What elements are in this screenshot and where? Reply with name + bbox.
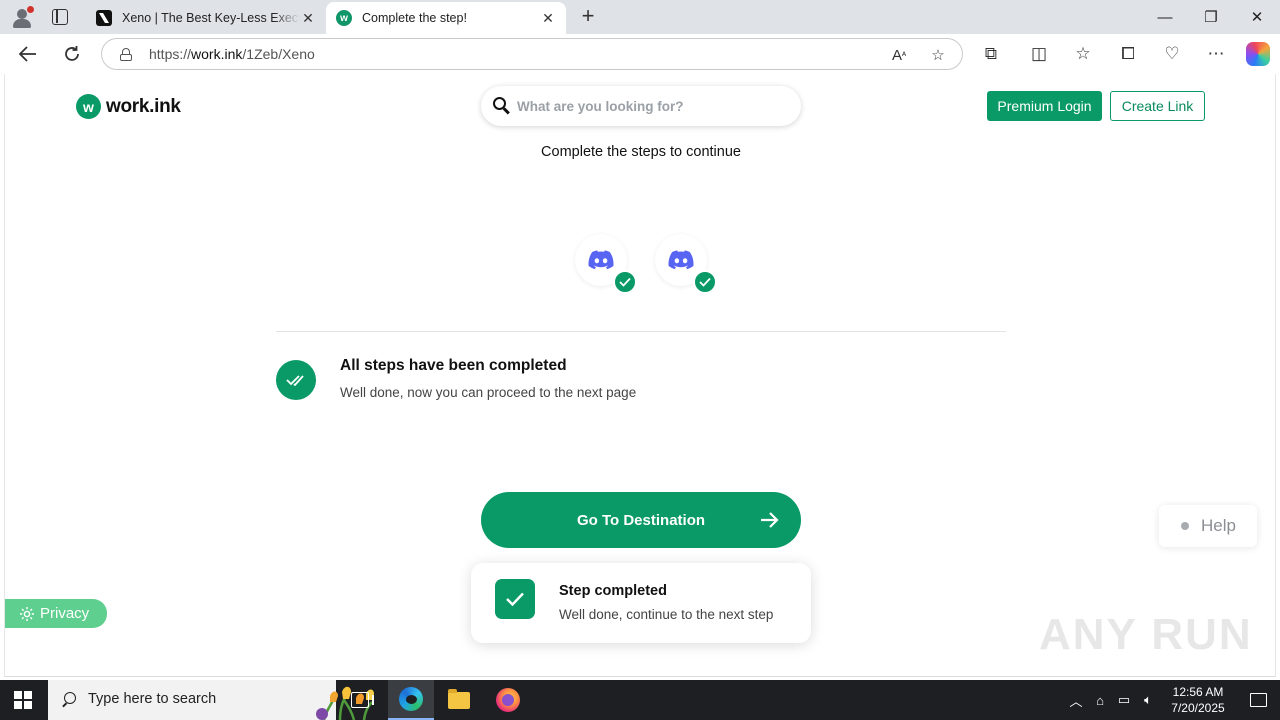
tab-complete-step[interactable]: w Complete the step! ✕ [326, 2, 566, 34]
search-icon [62, 692, 78, 708]
back-arrow-icon[interactable] [15, 41, 41, 67]
page-subtitle: Complete the steps to continue [541, 144, 741, 160]
privacy-button[interactable]: Privacy [5, 599, 107, 628]
toast-title: Step completed [559, 583, 667, 599]
clock[interactable]: 12:56 AM 7/20/2025 [1160, 684, 1236, 716]
check-icon [613, 270, 637, 294]
search-input[interactable] [517, 96, 787, 116]
notification-icon[interactable] [1236, 680, 1280, 720]
check-icon [495, 579, 535, 619]
tab-close-icon[interactable]: ✕ [540, 10, 556, 26]
firefox-icon [496, 688, 520, 712]
logo-text: work.ink [106, 95, 181, 117]
arrow-right-icon [761, 512, 779, 528]
more-menu-icon[interactable]: ⋯ [1203, 41, 1229, 67]
browser-toolbar: https://work.ink/1Zeb/Xeno Aᴬ ☆ ⧉ ◫ ☆ ⧠ … [0, 34, 1280, 74]
read-aloud-icon[interactable]: Aᴬ [888, 44, 910, 66]
copilot-icon[interactable] [1246, 42, 1270, 66]
windows-start-icon[interactable] [14, 691, 32, 709]
discord-icon [588, 250, 614, 270]
help-label: Help [1201, 516, 1236, 535]
task-view-button[interactable] [337, 680, 383, 720]
profile-icon[interactable] [10, 6, 34, 30]
premium-login-button[interactable]: Premium Login [987, 91, 1102, 121]
site-logo[interactable]: w work.ink [76, 94, 181, 119]
go-to-destination-label: Go To Destination [576, 511, 706, 529]
status-subtitle: Well done, now you can proceed to the ne… [340, 385, 637, 400]
taskbar-firefox-button[interactable] [485, 680, 531, 720]
favorite-star-icon[interactable]: ☆ [927, 44, 949, 66]
toast-subtitle: Well done, continue to the next step [559, 607, 774, 622]
discord-icon [668, 250, 694, 270]
tab-actions-icon[interactable] [52, 9, 68, 25]
new-tab-icon[interactable]: + [578, 5, 598, 27]
extensions-icon[interactable]: ⧉ [978, 41, 1004, 67]
minimize-icon[interactable]: — [1142, 0, 1188, 34]
double-check-icon [276, 360, 316, 400]
section-divider [276, 331, 1006, 332]
task-view-icon [351, 692, 374, 708]
help-button[interactable]: Help [1159, 505, 1257, 547]
logo-mark-icon: w [76, 94, 101, 119]
tab-xeno[interactable]: Xeno | The Best Key-Less Executor ✕ [86, 2, 326, 34]
status-title: All steps have been completed [340, 357, 567, 374]
step-discord-1[interactable] [575, 234, 637, 294]
privacy-label: Privacy [40, 605, 90, 622]
split-screen-icon[interactable]: ◫ [1026, 41, 1052, 67]
browser-tab-bar: Xeno | The Best Key-Less Executor ✕ w Co… [0, 0, 1280, 34]
step-completed-toast: Step completed Well done, continue to th… [471, 563, 811, 643]
taskbar-explorer-button[interactable] [436, 680, 482, 720]
help-dot-icon [1181, 522, 1189, 530]
search-box [481, 86, 801, 126]
lock-icon[interactable] [120, 48, 132, 61]
restore-icon[interactable]: ❐ [1188, 0, 1234, 34]
system-tray: ︿ ⌂ ▭ 🔈︎ 12:56 AM 7/20/2025 [1064, 680, 1280, 720]
go-to-destination-button[interactable]: Go To Destination [481, 492, 801, 548]
favorites-icon[interactable]: ☆ [1070, 41, 1096, 67]
taskbar-edge-button[interactable] [388, 680, 434, 720]
clock-time: 12:56 AM [1172, 685, 1224, 699]
taskbar-search-input[interactable] [88, 691, 268, 707]
taskbar: ︿ ⌂ ▭ 🔈︎ 12:56 AM 7/20/2025 [0, 680, 1280, 720]
window-controls: — ❐ ✕ [1142, 0, 1280, 34]
volume-icon[interactable]: 🔈︎ [1136, 680, 1160, 720]
search-icon [493, 97, 511, 115]
edge-icon [399, 687, 423, 711]
network-icon[interactable]: ▭ [1112, 680, 1136, 720]
xeno-favicon-icon [96, 10, 112, 26]
step-discord-2[interactable] [655, 234, 717, 294]
chevron-up-icon[interactable]: ︿ [1064, 680, 1088, 720]
gear-icon [20, 606, 34, 621]
tab-close-icon[interactable]: ✕ [300, 10, 316, 26]
network-status-icon[interactable]: ⌂ [1088, 680, 1112, 720]
check-icon [693, 270, 717, 294]
workink-favicon-icon: w [336, 10, 352, 26]
tab-title: Complete the step! [362, 11, 467, 25]
browser-essentials-icon[interactable]: ♡ [1159, 41, 1185, 67]
close-window-icon[interactable]: ✕ [1234, 0, 1280, 34]
watermark: ANY RUN [1039, 610, 1253, 659]
refresh-icon[interactable] [59, 41, 85, 67]
tab-title: Xeno | The Best Key-Less Executor [122, 11, 300, 25]
taskbar-search [48, 680, 374, 720]
page-viewport: w work.ink Premium Login Create Link Com… [4, 74, 1276, 677]
clock-date: 7/20/2025 [1171, 701, 1225, 715]
address-bar[interactable]: https://work.ink/1Zeb/Xeno Aᴬ ☆ [101, 38, 963, 70]
file-explorer-icon [448, 688, 470, 709]
url-text: https://work.ink/1Zeb/Xeno [149, 46, 315, 62]
create-link-button[interactable]: Create Link [1110, 91, 1205, 121]
collections-icon[interactable]: ⧠ [1115, 41, 1141, 67]
